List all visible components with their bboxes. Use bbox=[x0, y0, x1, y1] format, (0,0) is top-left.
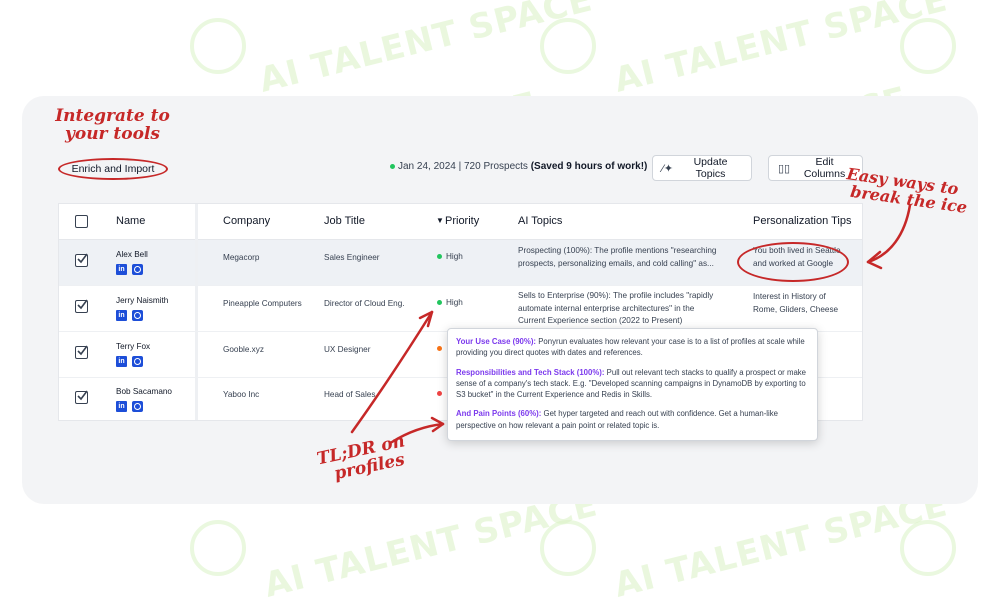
prospect-name[interactable]: Jerry Naismith bbox=[116, 296, 168, 305]
tips-line: You both lived in Seattle bbox=[753, 246, 841, 255]
update-topics-label: Update Topics bbox=[693, 156, 728, 180]
company-cell: Gooble.xyz bbox=[223, 345, 264, 354]
ai-topics-line: Sells to Enterprise (90%): The profile i… bbox=[518, 291, 714, 300]
ai-topics-line: automate internal enterprise architectur… bbox=[518, 303, 695, 313]
select-all-checkbox[interactable] bbox=[75, 215, 88, 228]
ai-topics-cell[interactable]: Sells to Enterprise (90%): The profile i… bbox=[518, 290, 713, 328]
annotation-integrate-line2: your tools bbox=[64, 123, 160, 144]
tooltip-key: Responsibilities and Tech Stack (100%): bbox=[456, 367, 605, 377]
priority-dot bbox=[437, 300, 442, 306]
prospects-summary: Jan 24, 2024 | 720 Prospects (Saved 9 ho… bbox=[390, 161, 647, 172]
watermark-logo bbox=[540, 18, 596, 74]
tooltip-item-pain-points: And Pain Points (60%): Get hyper targete… bbox=[456, 408, 809, 431]
row-checkbox[interactable] bbox=[75, 345, 88, 359]
watermark-logo bbox=[190, 18, 246, 74]
linkedin-icon[interactable]: in bbox=[116, 401, 127, 412]
tips-line: Rome, Gliders, Cheese bbox=[753, 304, 839, 314]
table-row[interactable]: Alex Bell in Megacorp Sales Engineer Hig… bbox=[59, 240, 862, 286]
watermark-logo bbox=[900, 520, 956, 576]
annotation-integrate: Integrate to your tools bbox=[50, 107, 175, 144]
ai-topics-line: prospects, personalizing emails, and col… bbox=[518, 258, 714, 268]
tooltip-key: Your Use Case (90%): bbox=[456, 337, 537, 346]
web-profile-icon[interactable] bbox=[132, 264, 143, 275]
ai-topics-line: Current Experience section (2022 to Pres… bbox=[518, 316, 683, 326]
magic-wand-icon: ⁄✦ bbox=[662, 162, 674, 175]
header-job-title[interactable]: Job Title bbox=[324, 215, 365, 227]
company-cell: Megacorp bbox=[223, 253, 260, 262]
header-company[interactable]: Company bbox=[223, 215, 270, 227]
tooltip-item-tech-stack: Responsibilities and Tech Stack (100%): … bbox=[456, 367, 809, 401]
watermark-logo bbox=[190, 520, 246, 576]
priority-label: High bbox=[446, 252, 463, 261]
tips-cell: Interest in History of Rome, Gliders, Ch… bbox=[753, 291, 838, 316]
sticky-column-divider bbox=[195, 204, 198, 420]
enrich-import-button[interactable]: Enrich and Import bbox=[58, 158, 168, 180]
row-checkbox[interactable] bbox=[75, 390, 88, 404]
profile-links: in bbox=[116, 401, 143, 412]
tips-cell: You both lived in Seattle and worked at … bbox=[753, 245, 841, 270]
row-checkbox[interactable] bbox=[75, 299, 88, 313]
header-personalization-tips[interactable]: Personalization Tips bbox=[753, 215, 851, 227]
header-priority[interactable]: Priority bbox=[445, 215, 479, 227]
table-row[interactable]: Jerry Naismith in Pineapple Computers Di… bbox=[59, 286, 862, 332]
company-cell: Yaboo Inc bbox=[223, 390, 260, 399]
web-profile-icon[interactable] bbox=[132, 356, 143, 367]
sort-desc-icon[interactable]: ▼ bbox=[436, 216, 444, 225]
web-profile-icon[interactable] bbox=[132, 310, 143, 321]
job-title-cell: UX Designer bbox=[324, 345, 371, 354]
job-title-cell: Director of Cloud Eng. bbox=[324, 299, 405, 308]
columns-icon: ▯▯ bbox=[778, 162, 791, 175]
tooltip-item-use-case: Your Use Case (90%): Ponyrun evaluates h… bbox=[456, 336, 809, 359]
update-topics-button[interactable]: ⁄✦ Update Topics bbox=[652, 155, 752, 181]
web-profile-icon[interactable] bbox=[132, 401, 143, 412]
row-checkbox[interactable] bbox=[75, 253, 88, 267]
watermark-logo bbox=[540, 520, 596, 576]
ai-topics-tooltip: Your Use Case (90%): Ponyrun evaluates h… bbox=[447, 328, 818, 441]
watermark-text: AI TALENT SPACE bbox=[610, 0, 952, 101]
linkedin-icon[interactable]: in bbox=[116, 356, 127, 367]
prospect-name[interactable]: Terry Fox bbox=[116, 342, 150, 351]
priority-dot bbox=[437, 391, 442, 397]
priority-label: High bbox=[446, 298, 463, 307]
linkedin-icon[interactable]: in bbox=[116, 310, 127, 321]
prospect-name[interactable]: Alex Bell bbox=[116, 250, 148, 259]
status-dot bbox=[390, 163, 395, 169]
ai-topics-line: Prospecting (100%): The profile mentions… bbox=[518, 246, 717, 255]
job-title-cell: Head of Sales bbox=[324, 390, 376, 399]
profile-links: in bbox=[116, 264, 143, 275]
summary-count: 720 Prospects bbox=[463, 161, 528, 172]
tooltip-key: And Pain Points (60%): bbox=[456, 409, 542, 419]
edit-columns-label: Edit Columns bbox=[803, 156, 846, 180]
company-cell: Pineapple Computers bbox=[223, 299, 302, 308]
watermark-logo bbox=[900, 18, 956, 74]
job-title-cell: Sales Engineer bbox=[324, 253, 380, 262]
priority-cell: High bbox=[437, 298, 463, 307]
table-header: Name Company Job Title ▼ Priority AI Top… bbox=[59, 204, 862, 240]
summary-date: Jan 24, 2024 bbox=[398, 161, 456, 172]
priority-cell bbox=[437, 344, 446, 353]
watermark-text: AI TALENT SPACE bbox=[255, 0, 597, 101]
profile-links: in bbox=[116, 310, 143, 321]
ai-topics-cell[interactable]: Prospecting (100%): The profile mentions… bbox=[518, 245, 716, 270]
linkedin-icon[interactable]: in bbox=[116, 264, 127, 275]
header-ai-topics[interactable]: AI Topics bbox=[518, 215, 562, 227]
prospect-name[interactable]: Bob Sacamano bbox=[116, 387, 172, 396]
priority-dot bbox=[437, 254, 442, 260]
tips-line: Interest in History of bbox=[753, 292, 826, 301]
priority-dot bbox=[437, 346, 442, 352]
priority-cell bbox=[437, 389, 446, 398]
tips-line: and worked at Google bbox=[753, 258, 834, 268]
priority-cell: High bbox=[437, 252, 463, 261]
header-name[interactable]: Name bbox=[116, 215, 145, 227]
profile-links: in bbox=[116, 356, 143, 367]
summary-saved: (Saved 9 hours of work!) bbox=[530, 161, 648, 172]
